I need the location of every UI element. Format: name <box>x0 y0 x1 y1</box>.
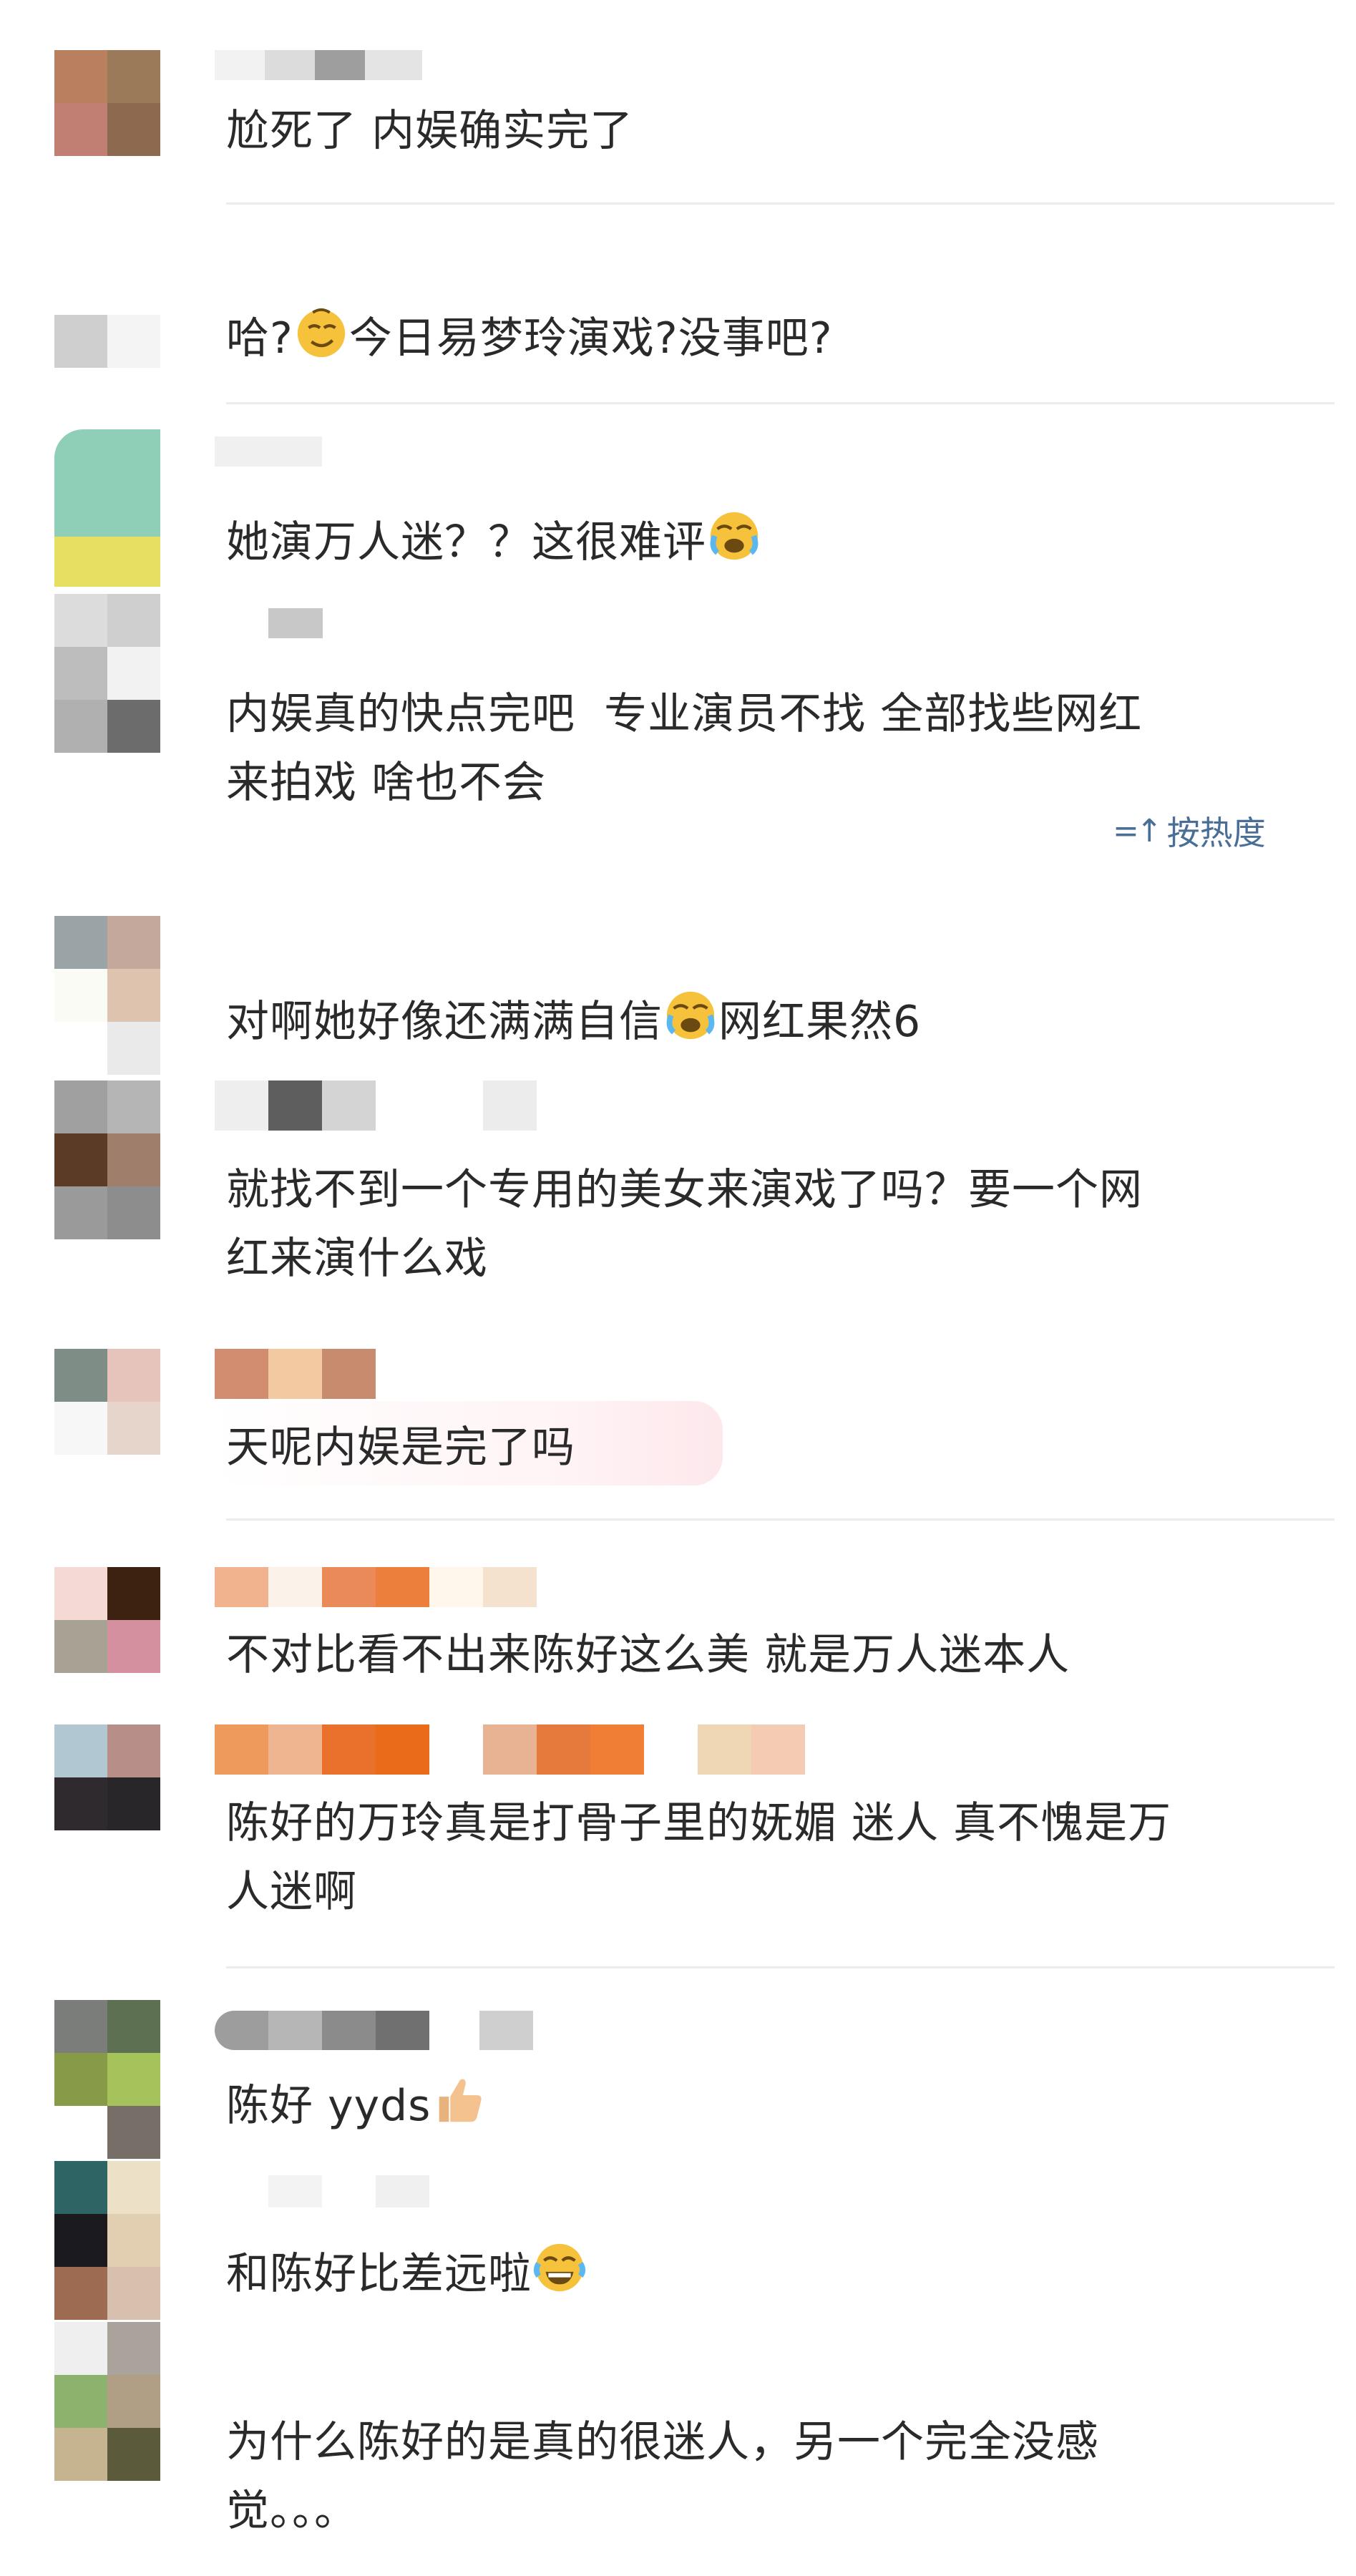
comment-text: 陈好的万玲真是打骨子里的妩媚 迷人 真不愧是万 人迷啊 <box>226 1798 1172 1917</box>
username-blurred[interactable] <box>215 436 322 467</box>
comment-text: 尬死了 内娱确实完了 <box>226 106 634 156</box>
username-blurred[interactable] <box>215 1567 537 1607</box>
divider <box>226 402 1335 404</box>
avatar[interactable] <box>54 1349 160 1455</box>
sort-label: 按热度 <box>1166 814 1266 852</box>
username-blurred[interactable] <box>215 50 422 80</box>
divider <box>226 203 1335 205</box>
divider <box>226 1518 1335 1521</box>
comment-text: 和陈好比差远啦 <box>226 2240 1299 2308</box>
avatar[interactable] <box>54 2322 160 2481</box>
avatar[interactable] <box>54 2000 160 2159</box>
comment-text: 就找不到一个专用的美女来演戏了吗？要一个网 红来演什么戏 <box>226 1165 1143 1284</box>
smirking-face-icon <box>297 308 346 358</box>
username-blurred[interactable] <box>215 1724 805 1775</box>
username-blurred[interactable] <box>215 1349 376 1399</box>
avatar[interactable] <box>54 1567 160 1673</box>
comment-text: 陈好 yyds <box>226 2072 1299 2140</box>
avatar[interactable] <box>54 1080 160 1239</box>
avatar[interactable] <box>54 2161 160 2320</box>
divider <box>226 1966 1335 1968</box>
comment-text: 内娱真的快点完吧 专业演员不找 全部找些网红 来拍戏 啥也不会 <box>226 689 1143 808</box>
comment-text: 天呢内娱是完了吗 <box>226 1423 575 1473</box>
tears-of-joy-icon <box>533 2243 586 2292</box>
thumbs-up-icon <box>439 2079 482 2122</box>
username-blurred[interactable] <box>215 2175 429 2207</box>
comment-text: 哈? 今日易梦玲演戏?没事吧? <box>226 304 1299 373</box>
sort-arrows-icon: =↑ <box>1113 812 1163 849</box>
comment-text: 为什么陈好的是真的很迷人，另一个完全没感 觉。。。 <box>226 2417 1099 2536</box>
comment-text: 她演万人迷？？这很难评 <box>226 508 1299 577</box>
username-blurred[interactable] <box>215 1080 537 1131</box>
avatar[interactable] <box>54 50 160 156</box>
crying-laughing-icon <box>666 991 715 1040</box>
comment-text: 不对比看不出来陈好这么美 就是万人迷本人 <box>226 1630 1070 1680</box>
avatar[interactable] <box>54 429 160 587</box>
username-blurred[interactable] <box>215 608 323 638</box>
crying-laughing-icon <box>710 512 759 560</box>
avatar[interactable] <box>54 315 160 368</box>
comment-text: 对啊她好像还满满自信 网红果然6 <box>226 987 1299 1056</box>
username-blurred[interactable] <box>215 2011 533 2050</box>
avatar[interactable] <box>54 916 160 1075</box>
avatar[interactable] <box>54 1724 160 1830</box>
sort-by-popularity-button[interactable]: =↑ 按热度 <box>1113 807 1266 854</box>
avatar[interactable] <box>54 594 160 753</box>
